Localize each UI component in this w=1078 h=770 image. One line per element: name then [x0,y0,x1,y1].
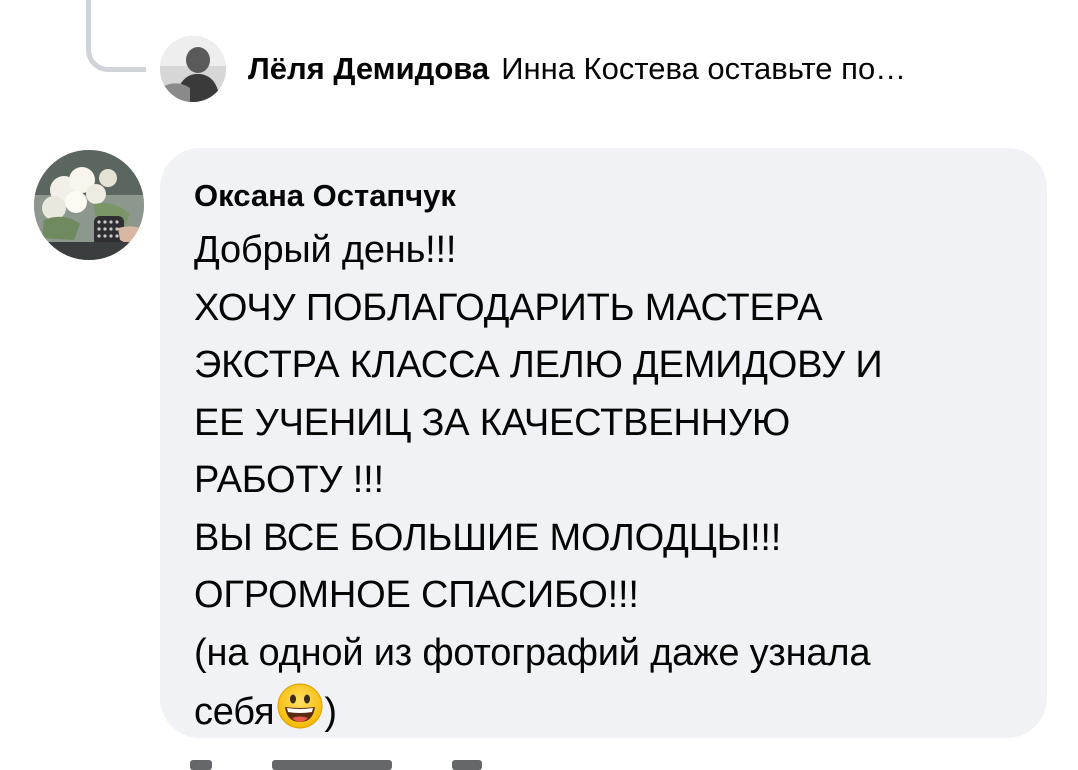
reply-text-preview: Инна Костева оставьте по… [501,51,907,86]
comment-line: РАБОТУ !!! [194,459,384,501]
comment-author-name[interactable]: Оксана Остапчук [194,176,1013,216]
avatar[interactable] [160,36,226,102]
reply-preview[interactable]: Лёля Демидова Инна Костева оставьте по… [160,36,906,102]
comment-line: (на одной из фотографий даже узнала [194,631,871,674]
comment-thread: Лёля Демидова Инна Костева оставьте по… [0,0,1078,770]
comment-line: ЭКСТРА КЛАССА ЛЕЛЮ ДЕМИДОВУ И [194,344,883,386]
thread-connector-line [86,0,146,72]
comment-line: ВЫ ВСЕ БОЛЬШИЕ МОЛОДЦЫ!!! [194,516,782,559]
comment-line: ОГРОМНОЕ СПАСИБО!!! [194,574,639,616]
comment-line: Добрый день!!! [194,229,457,271]
comment-line: ХОЧУ ПОБЛАГОДАРИТЬ МАСТЕРА [194,286,823,329]
avatar[interactable] [34,150,144,260]
comment-bubble: Оксана Остапчук Добрый день!!! ХОЧУ ПОБЛ… [160,148,1047,738]
grinning-face-emoji-icon [276,682,324,730]
comment-text: Добрый день!!! ХОЧУ ПОБЛАГОДАРИТЬ МАСТЕР… [194,222,1013,742]
comment-line: ЕЕ УЧЕНИЦ ЗА КАЧЕСТВЕННУЮ [194,401,791,444]
comment-last-line: себя ) [194,682,1013,742]
comment-text-segment: себя [194,691,275,733]
comment-text-segment: ) [324,691,337,733]
reply-author-name[interactable]: Лёля Демидова [248,51,489,87]
comment-actions-cutoff [190,760,482,770]
